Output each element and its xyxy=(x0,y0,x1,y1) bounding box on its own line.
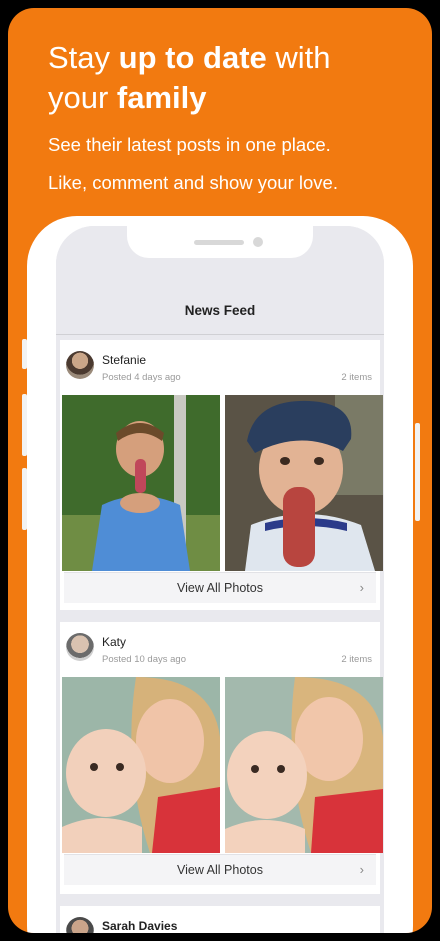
post-item-count: 2 items xyxy=(341,654,372,665)
feed-post: Stefanie Posted 4 days ago 2 items View … xyxy=(60,340,383,610)
post-timestamp: Posted 4 days ago xyxy=(102,372,181,383)
post-timestamp: Posted 10 days ago xyxy=(102,654,186,665)
post-author[interactable]: Katy xyxy=(102,635,126,649)
post-author[interactable]: Stefanie xyxy=(102,353,146,367)
chevron-right-icon: › xyxy=(359,862,364,877)
view-all-photos-button[interactable]: View All Photos › xyxy=(64,572,376,603)
promo-card: Stay up to date with your family See the… xyxy=(8,8,432,933)
phone-mockup: News Feed Stefanie Posted 4 days ago 2 i… xyxy=(27,216,413,933)
avatar[interactable] xyxy=(66,351,94,379)
headline: Stay up to date with your family xyxy=(48,40,331,115)
photo-thumbnail[interactable] xyxy=(62,395,220,571)
camera-icon xyxy=(253,237,263,247)
view-all-photos-label: View All Photos xyxy=(177,581,263,595)
photo-thumbnail[interactable] xyxy=(225,677,383,853)
post-item-count: 2 items xyxy=(341,372,372,383)
page-title: News Feed xyxy=(184,303,256,318)
view-all-photos-button[interactable]: View All Photos › xyxy=(64,854,376,885)
post-author[interactable]: Sarah Davies xyxy=(102,919,177,933)
phone-screen: News Feed Stefanie Posted 4 days ago 2 i… xyxy=(56,226,384,933)
avatar[interactable] xyxy=(66,917,94,933)
avatar[interactable] xyxy=(66,633,94,661)
view-all-photos-label: View All Photos xyxy=(177,863,263,877)
subtitle-line-1: See their latest posts in one place. xyxy=(48,134,331,155)
speaker-icon xyxy=(194,240,244,245)
feed-post: Sarah Davies xyxy=(60,906,380,933)
phone-power-button xyxy=(415,423,420,521)
phone-notch xyxy=(127,226,313,258)
feed-post: Katy Posted 10 days ago 2 items View All… xyxy=(60,622,383,894)
subtitle-line-2: Like, comment and show your love. xyxy=(48,172,338,193)
chevron-right-icon: › xyxy=(359,580,364,595)
photo-thumbnail[interactable] xyxy=(225,395,383,571)
photo-thumbnail[interactable] xyxy=(62,677,220,853)
nav-bar: News Feed xyxy=(56,226,384,335)
